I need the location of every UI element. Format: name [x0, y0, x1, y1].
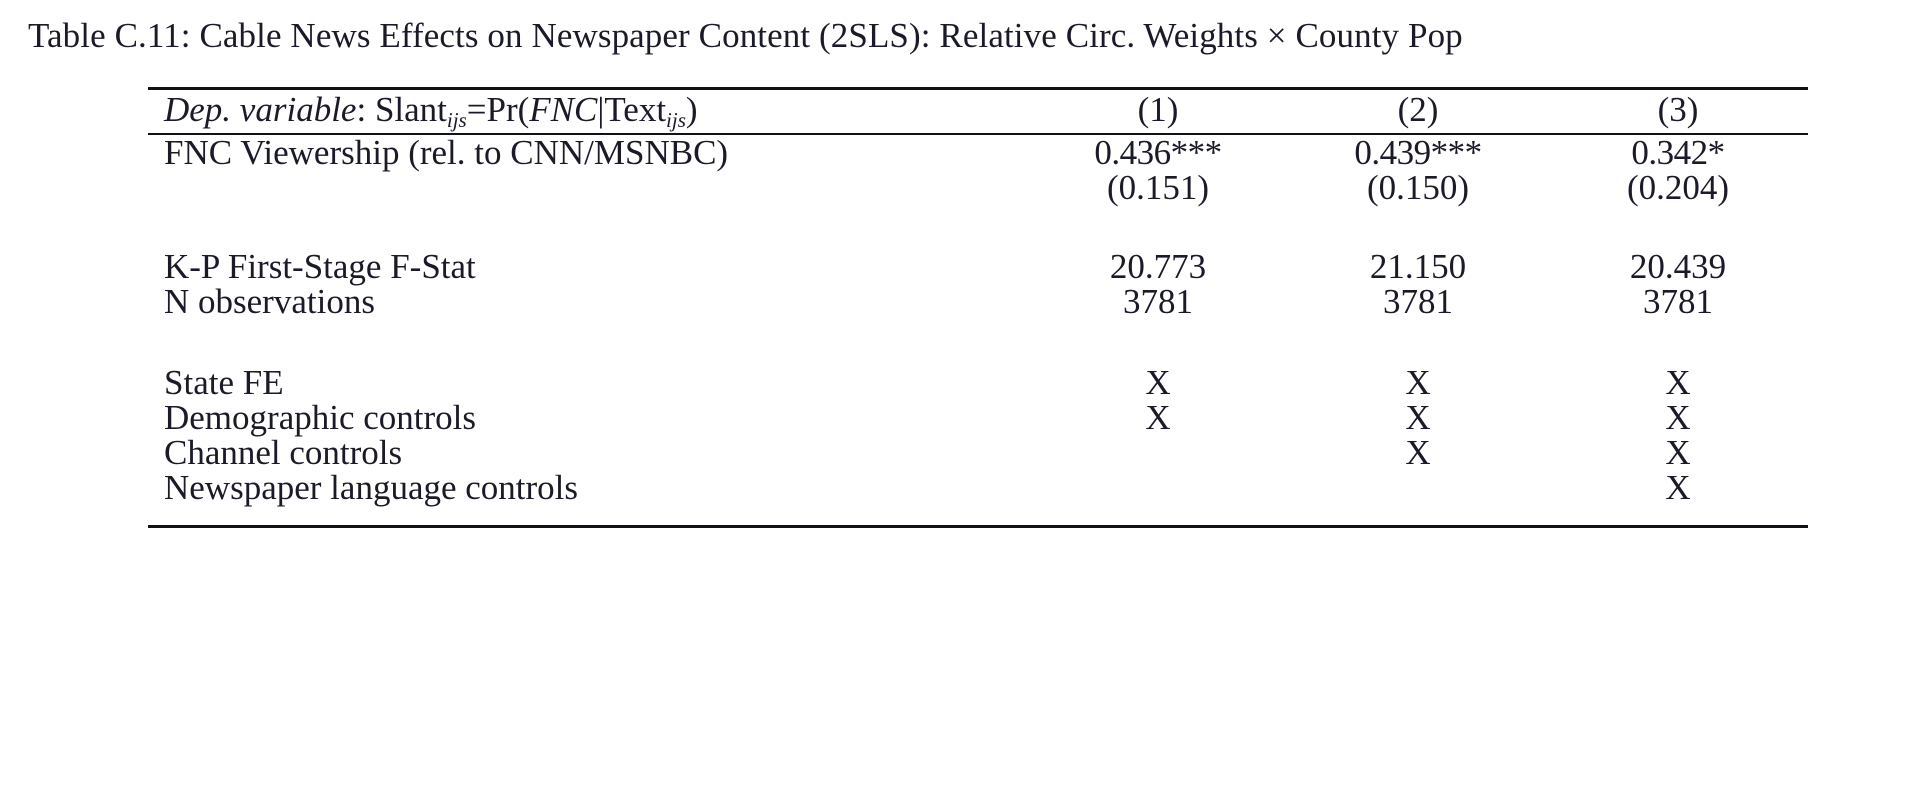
dep-var-slant-subscript: ijs — [446, 107, 467, 132]
cell-fnc-viewership-2: 0.439*** — [1354, 132, 1482, 172]
cell-standard-error-1: (0.151) — [1106, 167, 1210, 207]
cell-n-observations-2: 3781 — [1383, 281, 1453, 321]
table-row: FNC Viewership (rel. to CNN/MSNBC) 0.436… — [148, 135, 1808, 170]
table-row: Newspaper language controls X — [148, 470, 1808, 505]
row-label-state-fe: State FE — [164, 362, 284, 402]
cell-n-observations-3: 3781 — [1643, 281, 1713, 321]
cell-demographic-controls-2: X — [1405, 397, 1431, 437]
dep-var-text: Text — [604, 90, 667, 129]
cell-kp-f-stat-2: 21.150 — [1369, 246, 1467, 286]
dep-var-slant: Slant — [374, 90, 447, 129]
column-header-3: (3) — [1657, 90, 1699, 129]
dep-var-label: Dep. variable — [164, 90, 357, 129]
cell-n-observations-1: 3781 — [1123, 281, 1193, 321]
dep-var-close-paren: ) — [685, 90, 698, 129]
row-spacer — [148, 205, 1808, 249]
table-row: Demographic controls X X X — [148, 400, 1808, 435]
table-row: N observations 3781 3781 3781 — [148, 284, 1808, 319]
row-spacer — [148, 319, 1808, 365]
cell-channel-controls-3: X — [1665, 432, 1691, 472]
dep-var-text-subscript: ijs — [666, 107, 686, 132]
row-label-n-observations: N observations — [164, 281, 375, 321]
cell-channel-controls-1 — [1028, 435, 1288, 470]
row-label-demographic-controls: Demographic controls — [164, 397, 476, 437]
cell-state-fe-2: X — [1405, 362, 1431, 402]
dep-var-fnc: FNC — [529, 90, 598, 129]
cell-channel-controls-2: X — [1405, 432, 1431, 472]
dependent-variable-header: Dep. variable: Slantijs=Pr(FNC|Textijs) — [148, 90, 1028, 134]
regression-table-container: Dep. variable: Slantijs=Pr(FNC|Textijs) … — [148, 87, 1808, 529]
cell-newspaper-language-controls-2 — [1288, 470, 1548, 505]
table-row: (0.151) (0.150) (0.204) — [148, 170, 1808, 205]
column-header-1: (1) — [1137, 90, 1179, 129]
row-label-fnc-viewership: FNC Viewership (rel. to CNN/MSNBC) — [164, 132, 729, 172]
table-caption: Table C.11: Cable News Effects on Newspa… — [28, 16, 1463, 55]
dep-var-equals-pr: =Pr( — [466, 90, 530, 129]
cell-standard-error-3: (0.204) — [1626, 167, 1730, 207]
cell-standard-error-2: (0.150) — [1366, 167, 1470, 207]
table-row: K-P First-Stage F-Stat 20.773 21.150 20.… — [148, 249, 1808, 284]
table-header-row: Dep. variable: Slantijs=Pr(FNC|Textijs) … — [148, 90, 1808, 134]
table-row: Channel controls X X — [148, 435, 1808, 470]
row-label-kp-f-stat: K-P First-Stage F-Stat — [164, 246, 476, 286]
table-row: State FE X X X — [148, 365, 1808, 400]
cell-kp-f-stat-1: 20.773 — [1109, 246, 1207, 286]
cell-fnc-viewership-3: 0.342* — [1631, 132, 1725, 172]
row-spacer — [148, 505, 1808, 527]
row-label-standard-errors — [148, 170, 1028, 205]
row-label-newspaper-language-controls: Newspaper language controls — [164, 467, 579, 507]
dep-var-colon: : — [356, 90, 375, 129]
cell-state-fe-1: X — [1145, 362, 1171, 402]
cell-newspaper-language-controls-3: X — [1665, 467, 1691, 507]
cell-state-fe-3: X — [1665, 362, 1691, 402]
cell-fnc-viewership-1: 0.436*** — [1094, 132, 1222, 172]
cell-demographic-controls-3: X — [1665, 397, 1691, 437]
table-bottom-rule — [148, 525, 1808, 529]
row-label-channel-controls: Channel controls — [164, 432, 403, 472]
cell-kp-f-stat-3: 20.439 — [1629, 246, 1727, 286]
regression-table: Dep. variable: Slantijs=Pr(FNC|Textijs) … — [148, 87, 1808, 529]
column-header-2: (2) — [1397, 90, 1439, 129]
cell-demographic-controls-1: X — [1145, 397, 1171, 437]
document-page: Table C.11: Cable News Effects on Newspa… — [0, 0, 1920, 786]
cell-newspaper-language-controls-1 — [1028, 470, 1288, 505]
